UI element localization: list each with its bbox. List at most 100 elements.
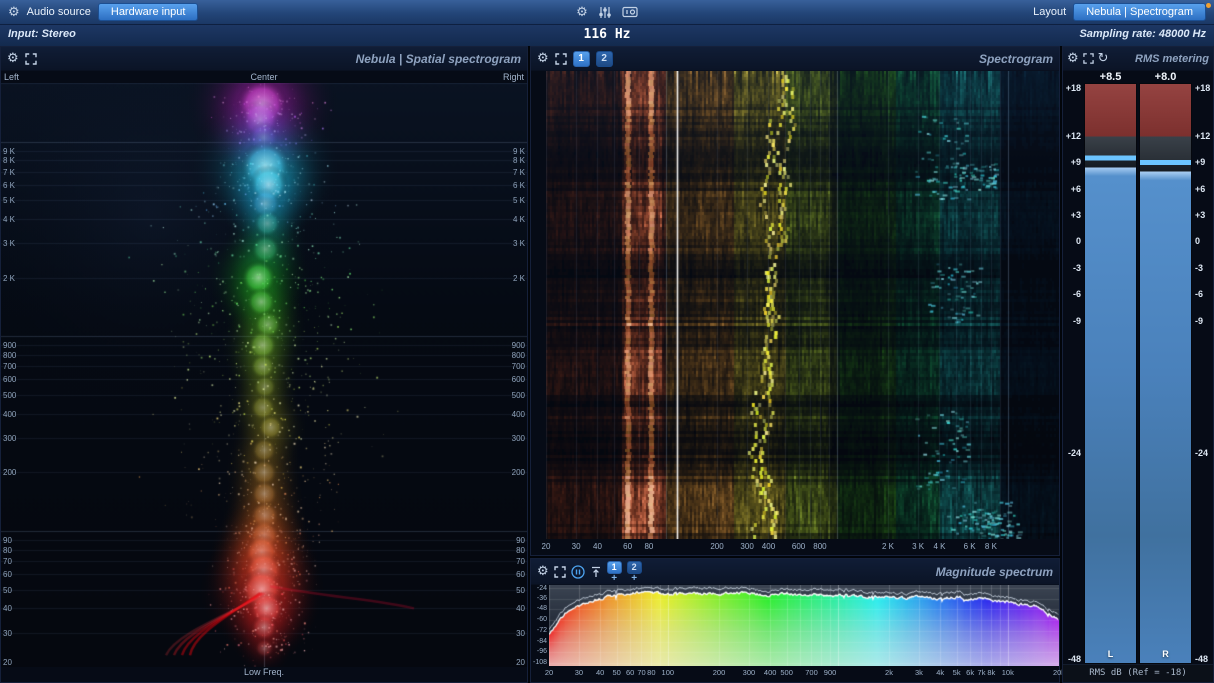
io-routing-icon[interactable]	[622, 6, 638, 18]
top-bar: ⚙ Audio source Hardware input ⚙ Layout N…	[0, 0, 1214, 25]
tick-label: 20	[541, 542, 551, 551]
tick-label: +3	[1070, 210, 1081, 221]
tick-label: -108	[532, 659, 547, 666]
magnitude-spectrum-canvas[interactable]	[549, 585, 1059, 666]
tick-label: -72	[536, 626, 547, 634]
reset-icon[interactable]: ↻	[1098, 52, 1109, 65]
view-2-button[interactable]: 2	[595, 50, 613, 67]
tick-label: 200	[712, 668, 726, 677]
pan-axis: Left Center Right	[1, 71, 527, 83]
magnitude-frequency-axis: 20 30 40 50 60 70 80 100 200 300 400 500 700 900 2k 3k 4…	[531, 666, 1065, 680]
tick-label: 80	[647, 668, 656, 677]
spatial-spectrogram-canvas[interactable]	[1, 83, 527, 667]
pan-axis-right-label: Right	[502, 72, 524, 82]
rms-meter-right[interactable]: R	[1139, 83, 1192, 664]
curve-1-button[interactable]: 1	[606, 560, 622, 574]
sampling-rate-label: Sampling rate: 48000 Hz	[1079, 28, 1206, 40]
tick-label: 0	[1075, 236, 1081, 247]
settings-gear-icon[interactable]: ⚙	[8, 6, 20, 19]
rms-value-right: +8.0	[1154, 71, 1177, 83]
rms-metering-panel: ⚙ ↻ RMS metering +8.5 +8.0 +18 +12 +9 +6 +3 0…	[1062, 46, 1214, 683]
tick-label: -24	[536, 585, 547, 592]
spectrogram-frequency-axis: 20 30 40 60 80 200 300 400 600 800 2 K 3 K 4 K 6 K 8 K	[531, 539, 1059, 555]
tick-label: +3	[1195, 210, 1206, 221]
spectrogram-canvas[interactable]	[546, 71, 1059, 539]
tick-label: 8k	[987, 668, 996, 677]
tick-label: +6	[1070, 183, 1081, 194]
channel-label-left: L	[1107, 649, 1114, 659]
rms-scale-right: +18 +12 +9 +6 +3 0 -3 -6 -9 -24 -48	[1194, 83, 1211, 664]
layout-label: Layout	[1033, 6, 1067, 18]
curve-2-button[interactable]: 2	[626, 560, 642, 574]
tick-label: 4k	[936, 668, 945, 677]
rms-value-left: +8.5	[1099, 71, 1122, 83]
tick-label: 30	[571, 542, 581, 551]
tick-label: 8 K	[984, 542, 997, 551]
tick-label: 70	[637, 668, 646, 677]
spatial-spectrogram-panel: ⚙ Nebula | Spatial spectrogram Left Cent…	[0, 46, 528, 683]
tick-label: 500	[780, 668, 793, 677]
add-curve-1-button[interactable]: +	[611, 573, 617, 583]
rms-panel-title: RMS metering	[1135, 52, 1209, 65]
curve-1-group: 1 +	[606, 560, 622, 583]
rms-value-readouts: +8.5 +8.0	[1063, 71, 1213, 83]
tick-label: -3	[1195, 262, 1204, 273]
tick-label: +18	[1195, 83, 1211, 93]
gear-icon[interactable]: ⚙	[537, 565, 549, 578]
processing-gear-icon[interactable]: ⚙	[576, 6, 588, 19]
tick-label: -84	[536, 637, 547, 645]
tick-label: -24	[1195, 447, 1209, 458]
tick-label: 30	[574, 668, 584, 677]
tick-label: +18	[1065, 83, 1081, 93]
gear-icon[interactable]: ⚙	[537, 52, 549, 65]
tick-label: -9	[1195, 315, 1204, 326]
tick-label: -3	[1072, 262, 1081, 273]
tick-label: 3 K	[912, 542, 925, 551]
gear-icon[interactable]: ⚙	[7, 52, 19, 65]
spatial-spectrogram-display[interactable]: 9 K8 K7 K6 K5 K4 K3 K2 K 900 800 700 600 500 4…	[1, 83, 527, 667]
view-1-button[interactable]: 1	[572, 50, 590, 67]
fullscreen-icon[interactable]	[24, 52, 37, 65]
tick-label: -36	[536, 594, 547, 602]
spatial-panel-title: Nebula | Spatial spectrogram	[355, 51, 521, 66]
audio-source-label: Audio source	[26, 6, 91, 18]
rms-meter-area: +18 +12 +9 +6 +3 0 -3 -6 -9 -24 -48 L R +18 +12 +9 +6…	[1063, 83, 1213, 664]
fullscreen-icon[interactable]	[554, 52, 567, 65]
center-toolbar: ⚙	[576, 6, 638, 19]
tick-label: 400	[761, 542, 776, 551]
tick-label: 7k	[977, 668, 986, 677]
tick-label: -9	[1072, 315, 1081, 326]
filters-icon[interactable]	[598, 6, 612, 19]
magnitude-plot-area: -24 -36 -48 -60 -72 -84 -96 -108	[531, 585, 1059, 666]
pause-circle-icon[interactable]	[571, 564, 585, 579]
layout-preset-button[interactable]: Nebula | Spectrogram	[1073, 3, 1206, 21]
tick-label: +6	[1195, 183, 1206, 194]
rms-meter-left[interactable]: L	[1084, 83, 1137, 664]
add-curve-2-button[interactable]: +	[631, 573, 637, 583]
tick-label: 300	[740, 542, 754, 551]
tick-label: +12	[1065, 130, 1081, 141]
gear-icon[interactable]: ⚙	[1067, 52, 1079, 65]
tick-label: 40	[593, 542, 602, 551]
tick-label: +9	[1070, 157, 1081, 168]
pan-axis-left-label: Left	[4, 72, 20, 82]
fullscreen-icon[interactable]	[553, 565, 566, 578]
spectrogram-panel-header: ⚙ 1 2 Spectrogram	[531, 47, 1059, 71]
spectrogram-display[interactable]	[546, 71, 1059, 539]
channel-label-right: R	[1162, 649, 1169, 659]
tick-label: -48	[1195, 654, 1209, 664]
snap-to-top-icon[interactable]	[590, 566, 602, 578]
tick-label: -60	[536, 616, 547, 624]
tick-label: 80	[644, 542, 654, 551]
hardware-input-button[interactable]: Hardware input	[97, 3, 199, 21]
magnitude-spectrum-display[interactable]	[549, 585, 1059, 666]
tick-label: +9	[1195, 157, 1206, 168]
magnitude-panel-header: ⚙ 1 + 2 + Magnitude spectrum	[531, 559, 1059, 585]
tick-label: 3k	[914, 668, 923, 677]
tick-label: +12	[1195, 130, 1211, 141]
rms-reference-footer: RMS dB (Ref = -18)	[1063, 664, 1213, 682]
tick-label: 700	[805, 668, 818, 677]
pan-axis-center-label: Center	[250, 72, 278, 82]
input-status-label: Input: Stereo	[8, 28, 76, 40]
fullscreen-icon[interactable]	[1082, 53, 1094, 64]
